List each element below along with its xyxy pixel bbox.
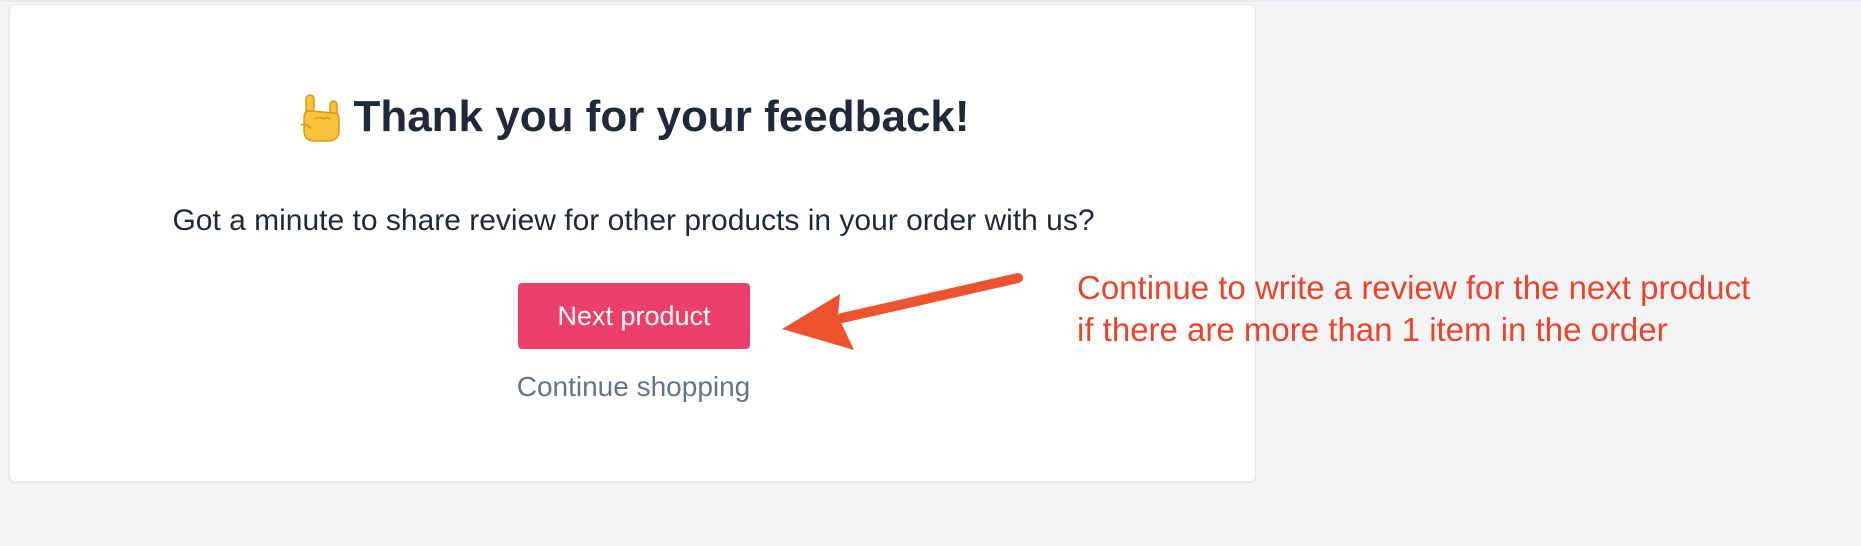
top-divider xyxy=(0,0,1861,2)
review-prompt: Got a minute to share review for other p… xyxy=(172,204,1095,237)
next-product-button[interactable]: Next product xyxy=(518,283,750,349)
arrow-left-icon xyxy=(782,273,1023,350)
feedback-card: Thank you for your feedback! Got a minut… xyxy=(9,4,1256,482)
annotation-line-1: Continue to write a review for the next … xyxy=(1077,269,1751,306)
page-title-text: Thank you for your feedback! xyxy=(353,92,970,141)
page-title: Thank you for your feedback! xyxy=(10,89,1257,145)
annotation-note: Continue to write a review for the next … xyxy=(1077,267,1750,351)
continue-shopping-link[interactable]: Continue shopping xyxy=(10,369,1257,405)
rock-on-hand-icon xyxy=(301,94,341,142)
annotation-line-2: if there are more than 1 item in the ord… xyxy=(1077,311,1668,348)
